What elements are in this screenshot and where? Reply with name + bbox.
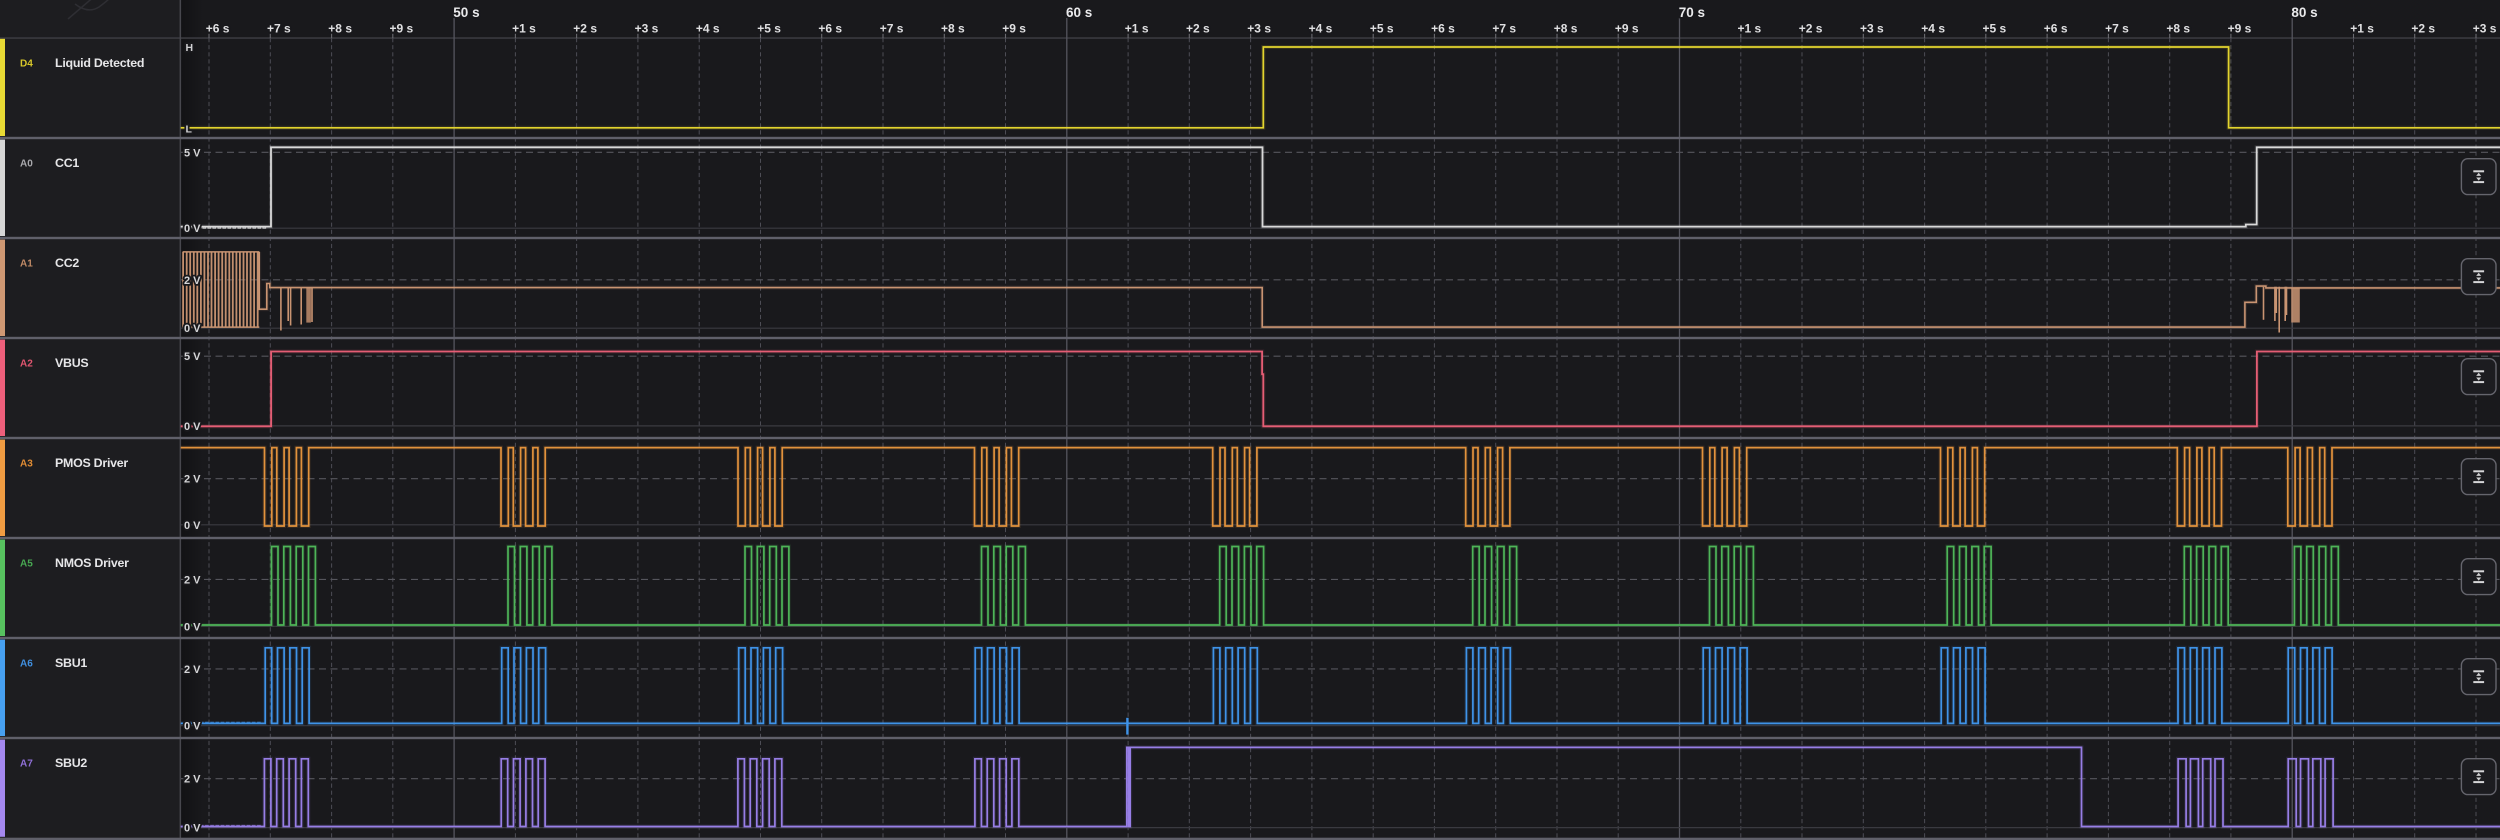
svg-text:CC1: CC1 — [55, 156, 79, 170]
svg-text:L: L — [186, 123, 193, 135]
svg-text:60 s: 60 s — [1066, 5, 1092, 20]
svg-text:+9 s: +9 s — [1002, 22, 1026, 36]
svg-text:70 s: 70 s — [1679, 5, 1705, 20]
svg-text:+5 s: +5 s — [757, 22, 781, 36]
svg-text:+5 s: +5 s — [1983, 22, 2007, 36]
svg-text:+4 s: +4 s — [1921, 22, 1945, 36]
svg-text:A1: A1 — [20, 259, 33, 270]
svg-text:+7 s: +7 s — [2105, 22, 2129, 36]
svg-text:+6 s: +6 s — [1431, 22, 1455, 36]
svg-text:2 V: 2 V — [184, 664, 201, 676]
svg-text:+2 s: +2 s — [1186, 22, 1210, 36]
svg-text:A7: A7 — [20, 759, 33, 770]
svg-text:+3 s: +3 s — [1860, 22, 1884, 36]
svg-text:2 V: 2 V — [184, 474, 201, 486]
svg-text:2 V: 2 V — [184, 275, 201, 287]
svg-text:+2 s: +2 s — [1799, 22, 1823, 36]
svg-text:A0: A0 — [20, 159, 33, 170]
svg-text:D4: D4 — [20, 59, 33, 70]
svg-text:H: H — [186, 42, 194, 54]
svg-text:A6: A6 — [20, 659, 33, 670]
svg-text:5 V: 5 V — [184, 147, 201, 159]
svg-text:+1 s: +1 s — [1125, 22, 1149, 36]
svg-text:+4 s: +4 s — [1309, 22, 1333, 36]
svg-text:PMOS Driver: PMOS Driver — [55, 456, 128, 470]
svg-text:0 V: 0 V — [184, 520, 201, 532]
svg-text:NMOS Driver: NMOS Driver — [55, 556, 129, 570]
svg-text:A3: A3 — [20, 459, 33, 470]
svg-text:0 V: 0 V — [184, 421, 201, 433]
svg-text:+6 s: +6 s — [818, 22, 842, 36]
svg-text:Liquid Detected: Liquid Detected — [55, 56, 144, 70]
svg-text:+7 s: +7 s — [880, 22, 904, 36]
svg-text:0 V: 0 V — [184, 223, 201, 235]
svg-text:+3 s: +3 s — [1247, 22, 1271, 36]
svg-text:80 s: 80 s — [2291, 5, 2317, 20]
svg-text:+4 s: +4 s — [696, 22, 720, 36]
svg-text:+2 s: +2 s — [2411, 22, 2435, 36]
svg-text:0 V: 0 V — [184, 323, 201, 335]
svg-text:5 V: 5 V — [184, 351, 201, 363]
svg-text:+1 s: +1 s — [2350, 22, 2374, 36]
svg-text:A2: A2 — [20, 359, 33, 370]
svg-text:+8 s: +8 s — [941, 22, 965, 36]
svg-text:0 V: 0 V — [184, 721, 201, 733]
svg-text:+6 s: +6 s — [206, 22, 230, 36]
svg-text:SBU2: SBU2 — [55, 756, 87, 770]
svg-text:+9 s: +9 s — [390, 22, 414, 36]
svg-text:+3 s: +3 s — [2473, 22, 2497, 36]
svg-text:+5 s: +5 s — [1370, 22, 1394, 36]
svg-text:+9 s: +9 s — [1615, 22, 1639, 36]
svg-text:0 V: 0 V — [184, 823, 201, 835]
svg-text:+7 s: +7 s — [1492, 22, 1516, 36]
svg-text:+9 s: +9 s — [2228, 22, 2252, 36]
svg-text:50 s: 50 s — [453, 5, 479, 20]
svg-text:+2 s: +2 s — [573, 22, 597, 36]
svg-text:+7 s: +7 s — [267, 22, 291, 36]
svg-text:+3 s: +3 s — [635, 22, 659, 36]
svg-text:+1 s: +1 s — [512, 22, 536, 36]
svg-text:+1 s: +1 s — [1738, 22, 1762, 36]
svg-text:+8 s: +8 s — [328, 22, 352, 36]
svg-text:2 V: 2 V — [184, 574, 201, 586]
svg-text:VBUS: VBUS — [55, 356, 88, 370]
svg-text:+6 s: +6 s — [2044, 22, 2068, 36]
svg-text:CC2: CC2 — [55, 256, 79, 270]
svg-text:2 V: 2 V — [184, 774, 201, 786]
svg-text:SBU1: SBU1 — [55, 656, 87, 670]
svg-text:+8 s: +8 s — [1554, 22, 1578, 36]
svg-text:A5: A5 — [20, 559, 33, 570]
svg-text:+8 s: +8 s — [2166, 22, 2190, 36]
svg-text:0 V: 0 V — [184, 621, 201, 633]
